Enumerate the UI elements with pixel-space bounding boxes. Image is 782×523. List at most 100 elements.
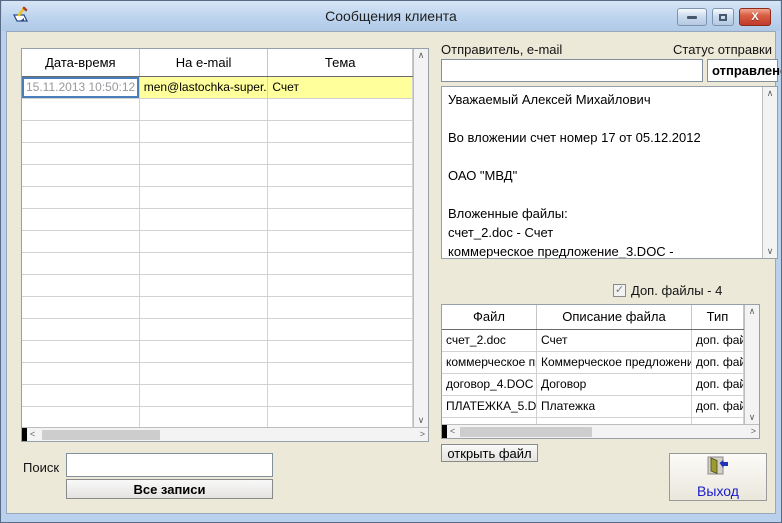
search-label: Поиск (23, 460, 59, 475)
empty-row (22, 407, 413, 427)
search-input[interactable] (66, 453, 273, 477)
file-description-cell[interactable]: Коммерческое предложение (537, 352, 692, 373)
file-description-cell[interactable]: Счет (537, 330, 692, 351)
file-type-cell[interactable]: доп. файл (692, 374, 744, 395)
empty-cell (140, 275, 269, 296)
empty-cell (268, 99, 413, 120)
table-row[interactable]: счет_2.docСчетдоп. файл (442, 330, 744, 352)
maximize-button[interactable] (712, 8, 734, 26)
empty-cell (140, 407, 269, 427)
scroll-right-icon[interactable]: > (748, 427, 759, 436)
scrollbar-thumb[interactable] (42, 430, 160, 440)
empty-cell (268, 363, 413, 384)
empty-cell (140, 231, 269, 252)
all-records-button[interactable]: Все записи (66, 479, 273, 499)
empty-cell (140, 209, 269, 230)
message-vertical-scrollbar[interactable]: ∧ ∨ (762, 87, 777, 258)
empty-cell (22, 253, 140, 274)
status-value: отправлено (707, 59, 778, 82)
empty-row (22, 363, 413, 385)
window-body: Дата-время На e-mail Тема 15.11.2013 10:… (6, 31, 776, 514)
empty-cell (22, 297, 140, 318)
close-button[interactable]: X (739, 8, 771, 26)
scroll-down-icon[interactable]: ∨ (415, 416, 428, 425)
open-file-button[interactable]: открыть файл (441, 444, 538, 462)
empty-cell (140, 143, 269, 164)
files-table-header: Файл Описание файла Тип (442, 305, 744, 330)
column-header-file: Файл (442, 305, 537, 329)
files-table: Файл Описание файла Тип счет_2.docСчетдо… (441, 304, 760, 439)
file-name-cell[interactable]: договор_4.DOC (442, 374, 537, 395)
message-email-cell[interactable]: men@lastochka-super.ru (140, 77, 269, 98)
message-subject-cell[interactable]: Счет (268, 77, 413, 98)
column-header-description: Описание файла (537, 305, 692, 329)
empty-cell (268, 407, 413, 427)
empty-cell (140, 187, 269, 208)
message-datetime-cell[interactable]: 15.11.2013 10:50:12 (22, 77, 140, 98)
file-type-cell[interactable]: доп. файл (692, 396, 744, 417)
messages-horizontal-scrollbar[interactable]: < > (22, 427, 428, 441)
column-header-datetime: Дата-время (22, 49, 140, 76)
extra-files-checkbox-row: ✓ Доп. файлы - 4 (613, 283, 722, 298)
scroll-down-icon[interactable]: ∨ (764, 247, 777, 256)
files-vertical-scrollbar[interactable]: ∧ ∨ (744, 305, 759, 424)
messages-vertical-scrollbar[interactable]: ∧ ∨ (413, 49, 428, 427)
scrollbar-thumb[interactable] (460, 427, 592, 437)
empty-cell (22, 341, 140, 362)
files-table-rows: счет_2.docСчетдоп. файлкоммерческое пред… (442, 330, 744, 424)
empty-cell (22, 407, 140, 427)
door-exit-icon (707, 456, 729, 481)
empty-cell (268, 209, 413, 230)
empty-row (22, 99, 413, 121)
empty-cell (140, 363, 269, 384)
file-type-cell[interactable]: доп. файл (692, 352, 744, 373)
message-body-box: Уважаемый Алексей Михайлович Во вложении… (441, 86, 778, 259)
table-row[interactable]: договор_4.DOCДоговордоп. файл (442, 374, 744, 396)
table-row[interactable]: 15.11.2013 10:50:12men@lastochka-super.r… (22, 77, 413, 99)
extra-files-label: Доп. файлы - 4 (631, 283, 722, 298)
file-type-cell[interactable]: доп. файл (692, 330, 744, 351)
file-description-cell[interactable]: Договор (537, 374, 692, 395)
table-row[interactable]: коммерческое предложение_3.DOCКоммерческ… (442, 352, 744, 374)
message-body-text[interactable]: Уважаемый Алексей Михайлович Во вложении… (442, 87, 762, 258)
scroll-up-icon[interactable]: ∧ (746, 307, 759, 316)
scroll-right-icon[interactable]: > (417, 430, 428, 439)
scroll-up-icon[interactable]: ∧ (415, 51, 428, 60)
scroll-down-icon[interactable]: ∨ (746, 413, 759, 422)
sender-email-input[interactable] (441, 59, 703, 82)
empty-cell (268, 341, 413, 362)
empty-row (22, 297, 413, 319)
file-name-cell[interactable]: счет_2.doc (442, 330, 537, 351)
empty-cell (22, 99, 140, 120)
sender-label: Отправитель, e-mail (441, 42, 562, 57)
file-name-cell[interactable]: ПЛАТЕЖКА_5.DOC (442, 396, 537, 417)
window-controls: X (677, 8, 771, 26)
empty-cell (268, 319, 413, 340)
extra-files-checkbox[interactable]: ✓ (613, 284, 626, 297)
empty-cell (22, 319, 140, 340)
empty-cell (268, 297, 413, 318)
status-label: Статус отправки (673, 42, 772, 57)
messages-table-rows: 15.11.2013 10:50:12men@lastochka-super.r… (22, 77, 413, 427)
empty-row (22, 165, 413, 187)
client-messages-window: Сообщения клиента X Дата-время На e-mail… (0, 0, 782, 523)
empty-row (22, 385, 413, 407)
file-name-cell[interactable]: коммерческое предложение_3.DOC (442, 352, 537, 373)
empty-cell (268, 231, 413, 252)
scroll-up-icon[interactable]: ∧ (764, 89, 777, 98)
empty-row (22, 209, 413, 231)
empty-cell (22, 363, 140, 384)
scroll-left-icon[interactable]: < (447, 427, 458, 436)
exit-button[interactable]: Выход (669, 453, 767, 501)
column-header-type: Тип (692, 305, 744, 329)
empty-cell (140, 297, 269, 318)
column-header-subject: Тема (268, 49, 413, 76)
file-description-cell[interactable]: Платежка (537, 396, 692, 417)
scroll-left-icon[interactable]: < (27, 430, 38, 439)
empty-cell (140, 121, 269, 142)
titlebar: Сообщения клиента X (2, 1, 780, 31)
table-row[interactable]: ПЛАТЕЖКА_5.DOCПлатежкадоп. файл (442, 396, 744, 418)
minimize-button[interactable] (677, 8, 707, 26)
empty-row (22, 143, 413, 165)
files-horizontal-scrollbar[interactable]: < > (442, 424, 759, 438)
